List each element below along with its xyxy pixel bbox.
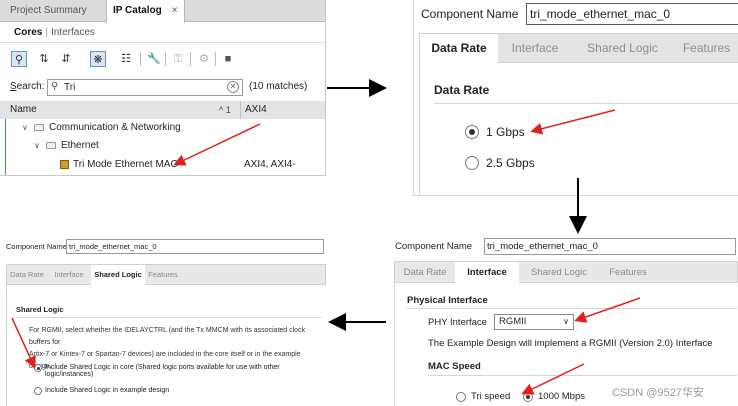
annotation-arrow-rgmii xyxy=(574,297,641,323)
annotation-arrows xyxy=(11,79,641,395)
annotation-arrow-1gbps xyxy=(530,109,616,135)
annotation-arrow-1000mbps xyxy=(521,363,585,395)
annotation-arrow-shared-core xyxy=(11,317,36,369)
annotation-arrow-tri-mode xyxy=(173,123,261,166)
